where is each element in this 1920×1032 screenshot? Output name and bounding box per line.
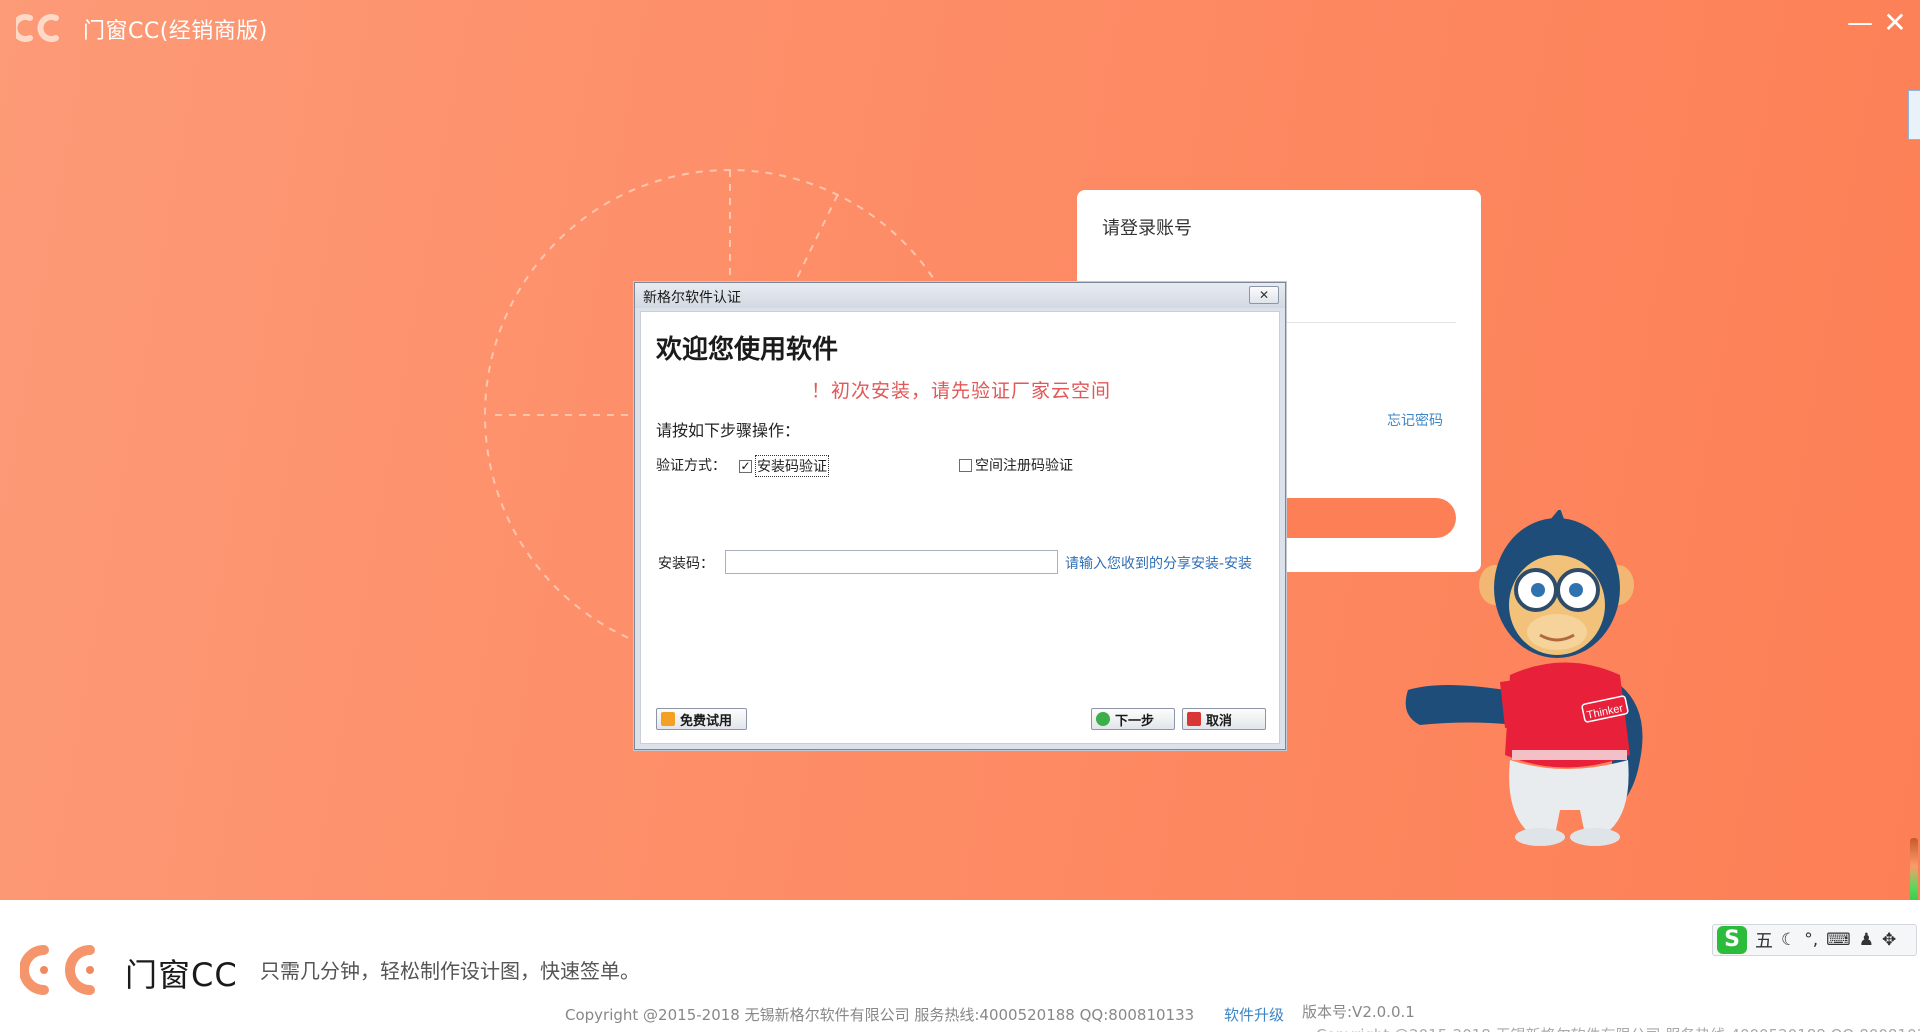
dialog-titlebar: 新格尔软件认证 ✕	[635, 283, 1285, 308]
minimize-icon: —	[1847, 8, 1873, 38]
install-code-checkbox[interactable]: ✓ 安装码验证	[739, 455, 829, 477]
main-stage: 门窗CC(经销商版) — ✕ 请登录账号 忘记密码 录	[0, 0, 1920, 900]
punctuation-icon[interactable]: °,	[1804, 930, 1818, 950]
install-code-input[interactable]	[725, 550, 1058, 574]
free-trial-label: 免费试用	[680, 713, 733, 729]
footer-brand-name: 门窗CC	[125, 956, 238, 994]
dialog-close-button[interactable]: ✕	[1249, 286, 1279, 304]
auth-dialog: 新格尔软件认证 ✕ 欢迎您使用软件 ！初次安装，请先验证厂家云空间 请按如下步骤…	[634, 282, 1286, 750]
close-window-button[interactable]: ✕	[1880, 8, 1910, 38]
user-icon[interactable]: ♟	[1859, 930, 1874, 950]
next-label: 下一步	[1115, 713, 1155, 729]
ime-mode-label[interactable]: 五	[1755, 927, 1773, 953]
verify-method-label: 验证方式：	[656, 458, 726, 474]
welcome-heading: 欢迎您使用软件	[656, 335, 839, 365]
cancel-button[interactable]: 取消	[1182, 708, 1266, 730]
software-upgrade-link[interactable]: 软件升级	[1224, 1004, 1284, 1025]
version-text: 版本号:V2.0.0.1	[1302, 1003, 1415, 1021]
ime-toolbar[interactable]: S 五 ☾ °, ⌨ ♟ ✥	[1712, 924, 1917, 956]
checkbox-checked-icon: ✓	[739, 458, 752, 473]
copyright-overlap-text: Copyright @2015-2018 无锡新格尔软件有限公司 服务热线:40…	[1316, 1024, 1920, 1032]
grid-icon[interactable]: ✥	[1882, 930, 1896, 950]
copyright-text: Copyright @2015-2018 无锡新格尔软件有限公司 服务热线:40…	[565, 1006, 1195, 1024]
window-titlebar: 门窗CC(经销商版) — ✕	[0, 0, 1920, 54]
keyboard-icon[interactable]: ⌨	[1826, 930, 1851, 950]
footer-slogan: 只需几分钟，轻松制作设计图，快速签单。	[260, 959, 640, 983]
brand-logo-icon	[20, 945, 95, 995]
warning-message: ！初次安装，请先验证厂家云空间	[810, 380, 1111, 402]
close-icon: ✕	[1883, 6, 1907, 39]
close-icon: ✕	[1258, 288, 1270, 302]
dialog-title: 新格尔软件认证	[643, 290, 741, 306]
space-code-checkbox[interactable]: 空间注册码验证	[959, 455, 1073, 475]
minimize-button[interactable]: —	[1845, 8, 1875, 38]
space-code-option-label: 空间注册码验证	[975, 458, 1073, 474]
cancel-icon	[1187, 712, 1201, 726]
edge-indicator-bar	[1910, 838, 1918, 900]
mascot-illustration: Thinker	[1405, 510, 1643, 846]
footer: 门窗CC 只需几分钟，轻松制作设计图，快速签单。 Copyright @2015…	[0, 900, 1920, 1032]
ime-logo-icon[interactable]: S	[1717, 926, 1747, 954]
dialog-body: 欢迎您使用软件 ！初次安装，请先验证厂家云空间 请按如下步骤操作： 验证方式： …	[640, 311, 1280, 744]
cancel-label: 取消	[1206, 713, 1233, 729]
install-code-hint-link[interactable]: 请输入您收到的分享安装-安装	[1065, 553, 1252, 573]
steps-label: 请按如下步骤操作：	[656, 421, 801, 440]
install-code-label: 安装码：	[658, 556, 714, 572]
next-button[interactable]: 下一步	[1091, 708, 1175, 730]
check-circle-icon	[1096, 712, 1110, 726]
window-title: 门窗CC(经销商版)	[83, 19, 268, 44]
edge-tab-fragment[interactable]	[1908, 90, 1920, 140]
rss-icon	[661, 712, 675, 726]
app-logo-icon	[16, 14, 59, 42]
moon-icon[interactable]: ☾	[1781, 930, 1796, 950]
checkbox-unchecked-icon	[959, 458, 972, 472]
login-title: 请登录账号	[1102, 218, 1192, 239]
free-trial-button[interactable]: 免费试用	[656, 708, 747, 730]
install-code-option-label: 安装码验证	[755, 455, 829, 477]
forgot-password-link[interactable]: 忘记密码	[1387, 410, 1443, 430]
